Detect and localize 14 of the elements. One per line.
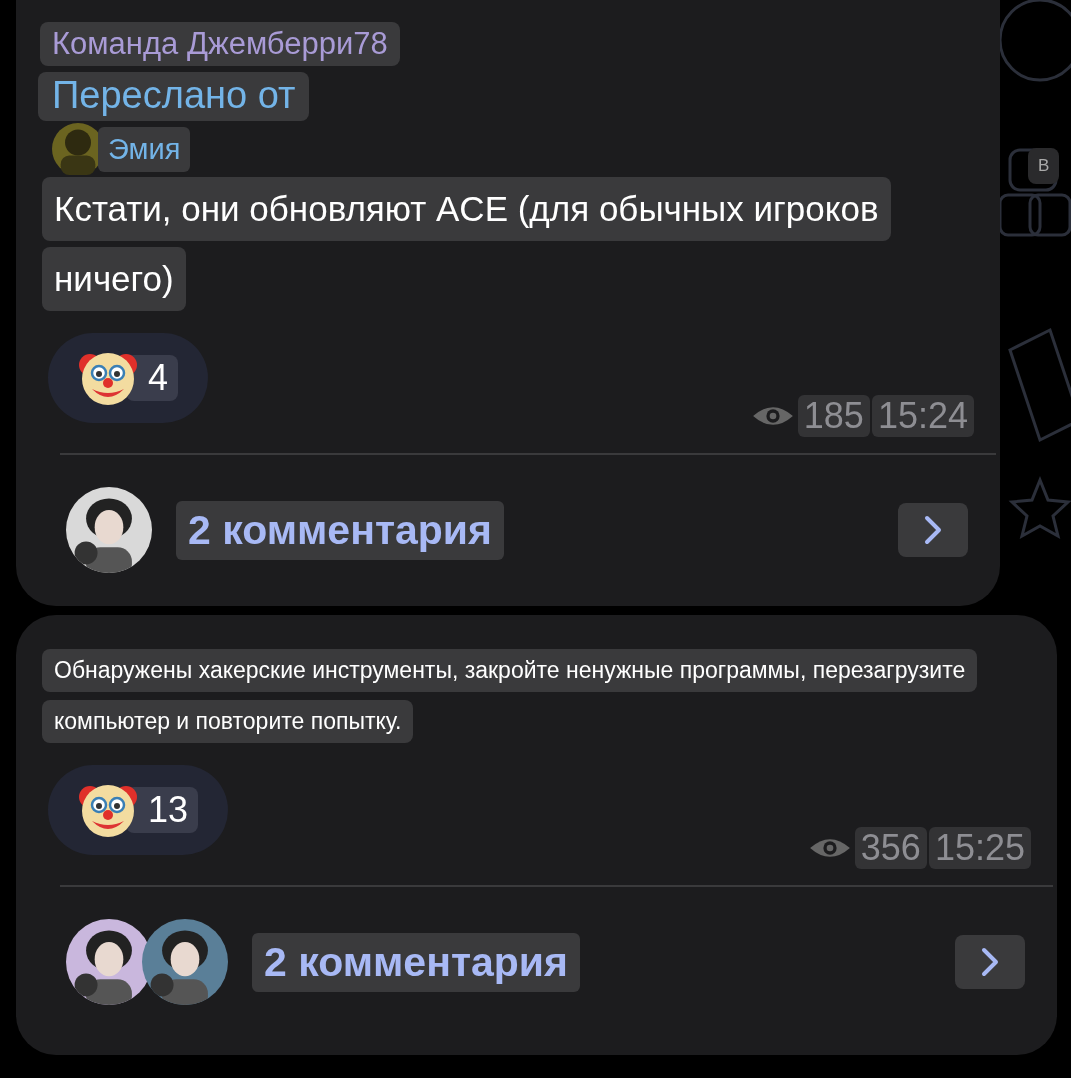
reaction-chip[interactable]: 13 xyxy=(48,765,229,855)
open-comments-button[interactable] xyxy=(955,935,1025,989)
open-comments-button[interactable] xyxy=(898,503,968,557)
channel-name: Команда Джемберри78 xyxy=(40,22,400,66)
side-label: В xyxy=(1028,148,1060,184)
comments-link[interactable]: 2 комментария xyxy=(252,932,580,992)
view-count: 185 xyxy=(797,395,870,437)
sender-name[interactable]: Эмия xyxy=(98,126,191,172)
forwarded-label: Переслано от xyxy=(38,72,310,121)
message-time: 15:25 xyxy=(928,827,1031,869)
view-count: 356 xyxy=(854,827,927,869)
reaction-chip[interactable]: 4 xyxy=(48,333,209,423)
message-time: 15:24 xyxy=(871,395,974,437)
comments-link[interactable]: 2 комментария xyxy=(176,500,504,560)
